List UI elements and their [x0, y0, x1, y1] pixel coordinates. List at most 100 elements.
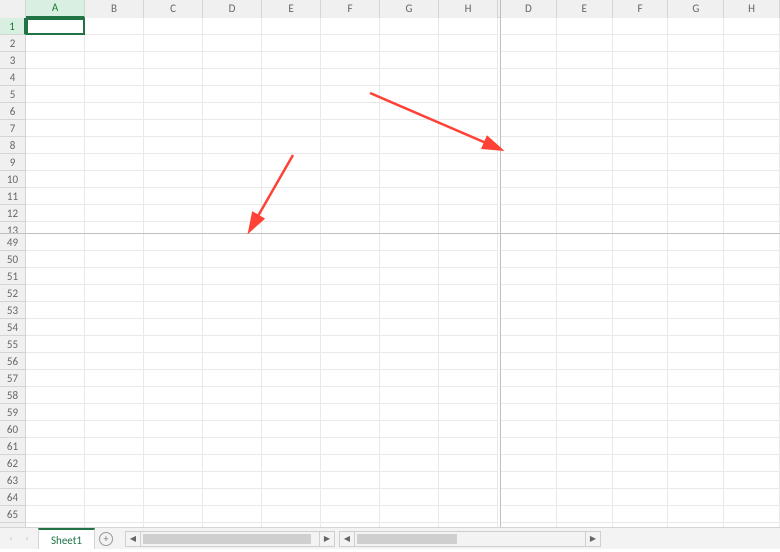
cell-F13[interactable] [321, 222, 380, 233]
cell-D3[interactable] [501, 52, 557, 69]
cell-D62[interactable] [203, 455, 262, 472]
cell-E10[interactable] [557, 171, 613, 188]
cell-A59[interactable] [26, 404, 85, 421]
cell-C12[interactable] [144, 205, 203, 222]
cell-D63[interactable] [203, 472, 262, 489]
cell-D61[interactable] [501, 438, 557, 455]
cell-E4[interactable] [262, 69, 321, 86]
cell-F58[interactable] [613, 387, 669, 404]
cell-C50[interactable] [144, 251, 203, 268]
cell-D57[interactable] [501, 370, 557, 387]
cell-E57[interactable] [557, 370, 613, 387]
cell-C3[interactable] [144, 52, 203, 69]
add-sheet-button[interactable]: + [95, 528, 117, 549]
cell-G2[interactable] [668, 35, 724, 52]
cell-G53[interactable] [380, 302, 439, 319]
cell-F13[interactable] [613, 222, 669, 233]
cell-G13[interactable] [668, 222, 724, 233]
cell-B58[interactable] [85, 387, 144, 404]
cell-C8[interactable] [144, 137, 203, 154]
cell-D51[interactable] [203, 268, 262, 285]
cell-A54[interactable] [26, 319, 85, 336]
cell-G1[interactable] [668, 18, 724, 35]
scroll-left-button-2[interactable]: ◀ [339, 531, 355, 547]
cell-H56[interactable] [724, 353, 780, 370]
cell-H4[interactable] [724, 69, 780, 86]
cell-H2[interactable] [724, 35, 780, 52]
cell-G54[interactable] [668, 319, 724, 336]
cell-H8[interactable] [724, 137, 780, 154]
row-header-7[interactable]: 7 [0, 120, 26, 137]
row-header-13[interactable]: 13 [0, 222, 26, 233]
cell-F9[interactable] [613, 154, 669, 171]
cell-C4[interactable] [144, 69, 203, 86]
cell-C55[interactable] [144, 336, 203, 353]
cell-F8[interactable] [613, 137, 669, 154]
row-header-61[interactable]: 61 [0, 438, 26, 455]
cell-H55[interactable] [439, 336, 498, 353]
cell-F2[interactable] [321, 35, 380, 52]
cell-D49[interactable] [501, 234, 557, 251]
cell-H57[interactable] [724, 370, 780, 387]
cell-G63[interactable] [380, 472, 439, 489]
cell-E13[interactable] [262, 222, 321, 233]
cell-F12[interactable] [321, 205, 380, 222]
cell-G58[interactable] [380, 387, 439, 404]
cell-F63[interactable] [321, 472, 380, 489]
cell-D60[interactable] [203, 421, 262, 438]
row-header-4[interactable]: 4 [0, 69, 26, 86]
cell-E50[interactable] [557, 251, 613, 268]
cell-F12[interactable] [613, 205, 669, 222]
cell-G56[interactable] [668, 353, 724, 370]
cell-E3[interactable] [262, 52, 321, 69]
cell-C54[interactable] [144, 319, 203, 336]
cell-G64[interactable] [380, 489, 439, 506]
cell-H62[interactable] [439, 455, 498, 472]
cell-D2[interactable] [501, 35, 557, 52]
cell-D12[interactable] [501, 205, 557, 222]
col-header-A[interactable]: A [26, 0, 85, 18]
cell-B54[interactable] [85, 319, 144, 336]
cell-G50[interactable] [668, 251, 724, 268]
cell-G1[interactable] [380, 18, 439, 35]
cell-C51[interactable] [144, 268, 203, 285]
cell-E4[interactable] [557, 69, 613, 86]
cell-D58[interactable] [203, 387, 262, 404]
row-header-59[interactable]: 59 [0, 404, 26, 421]
cell-H8[interactable] [439, 137, 498, 154]
cell-H10[interactable] [724, 171, 780, 188]
cell-D52[interactable] [203, 285, 262, 302]
cell-E60[interactable] [557, 421, 613, 438]
cell-B60[interactable] [85, 421, 144, 438]
cell-H7[interactable] [724, 120, 780, 137]
pane-bottom-right[interactable] [501, 234, 780, 527]
cell-F6[interactable] [613, 103, 669, 120]
cell-E1[interactable] [557, 18, 613, 35]
cell-F5[interactable] [321, 86, 380, 103]
cell-E12[interactable] [557, 205, 613, 222]
cell-B11[interactable] [85, 188, 144, 205]
cell-D59[interactable] [501, 404, 557, 421]
cell-G65[interactable] [380, 506, 439, 523]
cell-G10[interactable] [668, 171, 724, 188]
cell-B9[interactable] [85, 154, 144, 171]
cell-A10[interactable] [26, 171, 85, 188]
cell-G4[interactable] [668, 69, 724, 86]
cell-D7[interactable] [203, 120, 262, 137]
cell-H11[interactable] [439, 188, 498, 205]
scroll-thumb-right[interactable] [357, 534, 457, 544]
cell-G9[interactable] [668, 154, 724, 171]
cell-F64[interactable] [613, 489, 669, 506]
cell-A5[interactable] [26, 86, 85, 103]
cell-B7[interactable] [85, 120, 144, 137]
cell-B10[interactable] [85, 171, 144, 188]
spreadsheet-area[interactable]: ABCDEFGH 12345678910111213 DEFGH 4950515… [0, 0, 780, 527]
row-header-53[interactable]: 53 [0, 302, 26, 319]
cell-E60[interactable] [262, 421, 321, 438]
sheet-tab-active[interactable]: Sheet1 [38, 528, 95, 549]
cell-F7[interactable] [613, 120, 669, 137]
scroll-thumb-left[interactable] [143, 534, 311, 544]
cell-B5[interactable] [85, 86, 144, 103]
cell-D50[interactable] [501, 251, 557, 268]
row-header-51[interactable]: 51 [0, 268, 26, 285]
